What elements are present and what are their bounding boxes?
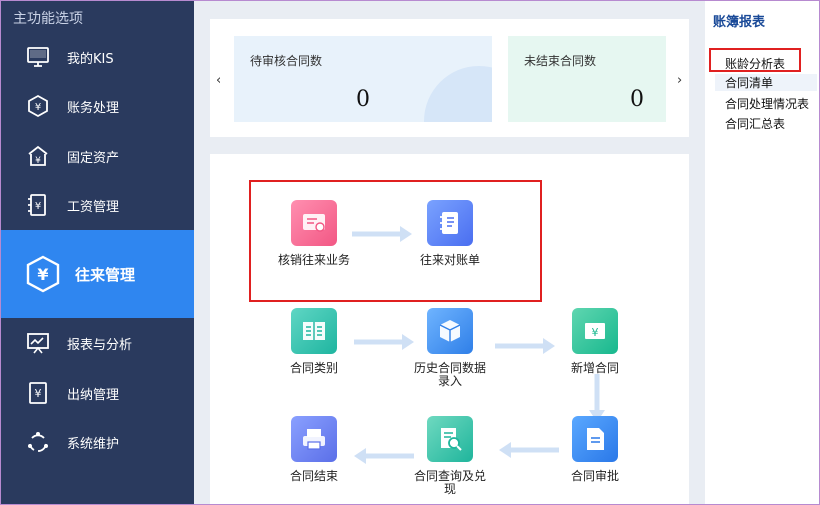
contract-end-label: 合同结束	[289, 469, 338, 483]
sidebar-item-my-kis[interactable]: 我的KIS	[1, 37, 194, 77]
svg-text:¥: ¥	[35, 387, 42, 400]
sidebar-header: 主功能选项	[13, 11, 83, 27]
pending-contracts-value: 0	[356, 87, 370, 112]
monitor-icon	[25, 44, 51, 70]
search-document-icon	[427, 416, 473, 462]
svg-text:¥: ¥	[35, 102, 41, 113]
sidebar-item-reports[interactable]: 报表与分析	[1, 323, 194, 363]
sidebar-item-payroll[interactable]: ¥ 工资管理	[1, 185, 194, 225]
stats-panel: ‹ 待审核合同数 0 未结束合同数 0 ›	[210, 19, 689, 137]
open-contracts-card[interactable]: 未结束合同数 0	[508, 36, 666, 122]
book-icon	[291, 308, 337, 354]
sidebar-item-label: 系统维护	[67, 436, 120, 452]
main-sidebar: 主功能选项 我的KIS ¥ 账务处理 ¥ 固定资产 ¥ 工资管理 ¥ 往来管理	[1, 1, 194, 504]
report-item-contract-summary[interactable]: 合同汇总表	[725, 115, 785, 132]
flow-panel: 核销往来业务 往来对账单 合同类别 历史合同数据录入 ¥ 新增合同 合同结束 合…	[210, 154, 689, 504]
prev-arrow-icon[interactable]: ‹	[216, 73, 221, 88]
reconcile-label: 往来对账单	[419, 253, 480, 267]
sidebar-item-receivables[interactable]: ¥ 往来管理	[1, 230, 194, 318]
certificate-icon	[291, 200, 337, 246]
main-area: ‹ 待审核合同数 0 未结束合同数 0 › 核销往来业务 往来对账单 合同类别 …	[194, 1, 705, 504]
reports-panel: 账簿报表 账龄分析表 合同清单 合同处理情况表 合同汇总表	[705, 1, 819, 504]
sidebar-item-label: 报表与分析	[67, 337, 133, 353]
decor-blob	[424, 66, 492, 122]
report-item-contract-list[interactable]: 合同清单	[715, 74, 817, 91]
building-icon: ¥	[25, 143, 51, 169]
sidebar-item-label: 账务处理	[67, 100, 120, 116]
sidebar-item-accounting[interactable]: ¥ 账务处理	[1, 86, 194, 126]
sidebar-item-label: 往来管理	[75, 265, 136, 284]
box-icon	[427, 308, 473, 354]
exchange-icon: ¥	[23, 254, 63, 294]
sidebar-item-label: 工资管理	[67, 199, 120, 215]
sidebar-item-fixed-assets[interactable]: ¥ 固定资产	[1, 136, 194, 176]
contract-approve-node[interactable]: 合同审批	[540, 416, 650, 483]
notebook-icon	[427, 200, 473, 246]
chart-board-icon	[25, 330, 51, 356]
cashier-icon: ¥	[25, 380, 51, 406]
ledger-icon: ¥	[25, 93, 51, 119]
sidebar-item-label: 出纳管理	[67, 387, 120, 403]
open-contracts-label: 未结束合同数	[524, 54, 597, 68]
reports-title: 账簿报表	[713, 15, 766, 30]
reconcile-node[interactable]: 往来对账单	[395, 200, 505, 267]
sidebar-item-cashier[interactable]: ¥ 出纳管理	[1, 373, 194, 413]
next-arrow-icon[interactable]: ›	[677, 73, 682, 88]
sidebar-item-label: 固定资产	[67, 150, 120, 166]
writeoff-label: 核销往来业务	[277, 253, 350, 267]
report-item-contract-status[interactable]: 合同处理情况表	[725, 95, 809, 112]
svg-text:¥: ¥	[37, 265, 48, 284]
document-icon	[572, 416, 618, 462]
svg-text:¥: ¥	[35, 201, 41, 212]
svg-text:¥: ¥	[35, 156, 41, 166]
contract-query-node[interactable]: 合同查询及兑现	[395, 416, 505, 496]
pending-contracts-label: 待审核合同数	[250, 54, 323, 68]
contract-approve-label: 合同审批	[570, 469, 619, 483]
history-entry-label: 历史合同数据录入	[413, 361, 486, 388]
printer-icon	[291, 416, 337, 462]
contract-type-label: 合同类别	[289, 361, 338, 375]
pending-contracts-card[interactable]: 待审核合同数 0	[234, 36, 492, 122]
money-icon: ¥	[572, 308, 618, 354]
history-entry-node[interactable]: 历史合同数据录入	[395, 308, 505, 388]
open-contracts-value: 0	[630, 87, 644, 112]
sidebar-item-label: 我的KIS	[67, 51, 114, 67]
maintenance-icon	[25, 429, 51, 455]
new-contract-node[interactable]: ¥ 新增合同	[540, 308, 650, 375]
svg-text:¥: ¥	[592, 326, 599, 339]
contract-query-label: 合同查询及兑现	[413, 469, 486, 496]
report-item-aging[interactable]: 账龄分析表	[725, 55, 785, 72]
salary-icon: ¥	[25, 192, 51, 218]
sidebar-item-maintenance[interactable]: 系统维护	[1, 422, 194, 462]
